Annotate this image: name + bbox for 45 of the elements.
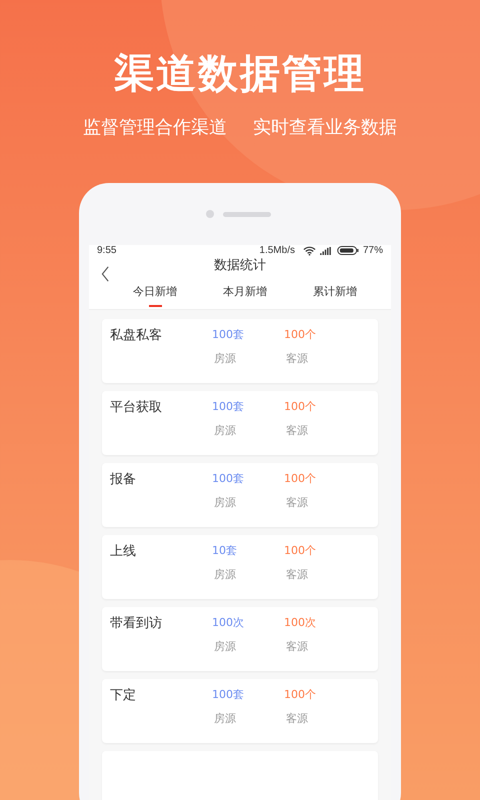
listings-count: 100次 — [212, 615, 245, 631]
subtitle: 实时查看业务数据 — [253, 116, 397, 140]
card-title: 私盘私客 — [110, 327, 163, 345]
card-title: 下定 — [110, 687, 137, 705]
card-title: 带看到访 — [110, 615, 163, 633]
battery-percent: 77% — [362, 245, 383, 256]
clients-label: 客源 — [285, 711, 309, 726]
speaker-slot — [222, 212, 270, 216]
clients-count: 100次 — [284, 615, 317, 631]
listings-count: 100套 — [212, 327, 245, 343]
clients-count: 100个 — [284, 543, 317, 559]
clients-label: 客源 — [285, 351, 309, 366]
clients-count: 100个 — [284, 327, 317, 343]
card-title: 平台获取 — [110, 399, 163, 417]
listings-count: 100套 — [212, 399, 245, 415]
network-speed: 1.5Mb/s — [259, 245, 295, 256]
camera-dot — [206, 210, 214, 218]
back-icon[interactable] — [101, 266, 110, 282]
listings-count: 100套 — [212, 471, 245, 487]
headline: 渠道数据管理 — [114, 50, 366, 99]
subtitle: 监督管理合作渠道 — [83, 116, 227, 140]
listings-label: 房源 — [213, 495, 237, 510]
listings-label: 房源 — [213, 639, 237, 654]
signal-icon — [320, 246, 331, 254]
clients-label: 客源 — [285, 639, 309, 654]
card-title: 报备 — [110, 471, 137, 489]
status-time: 9:55 — [97, 245, 116, 256]
wifi-icon — [302, 246, 316, 256]
tab[interactable]: 本月新增 — [223, 274, 267, 309]
clients-label: 客源 — [285, 423, 309, 438]
listings-count: 100套 — [212, 687, 245, 703]
tab[interactable]: 累计新增 — [313, 274, 357, 309]
listings-label: 房源 — [213, 711, 237, 726]
battery-icon — [336, 246, 359, 255]
listings-label: 房源 — [213, 351, 237, 366]
clients-label: 客源 — [285, 567, 309, 582]
clients-count: 100个 — [284, 471, 317, 487]
card-title: 上线 — [110, 543, 137, 561]
page-title: 数据统计 — [214, 257, 266, 274]
clients-count: 100个 — [284, 687, 317, 703]
listings-count: 10套 — [212, 543, 238, 559]
clients-count: 100个 — [284, 399, 317, 415]
clients-label: 客源 — [285, 495, 309, 510]
listings-label: 房源 — [213, 567, 237, 582]
listings-label: 房源 — [213, 423, 237, 438]
